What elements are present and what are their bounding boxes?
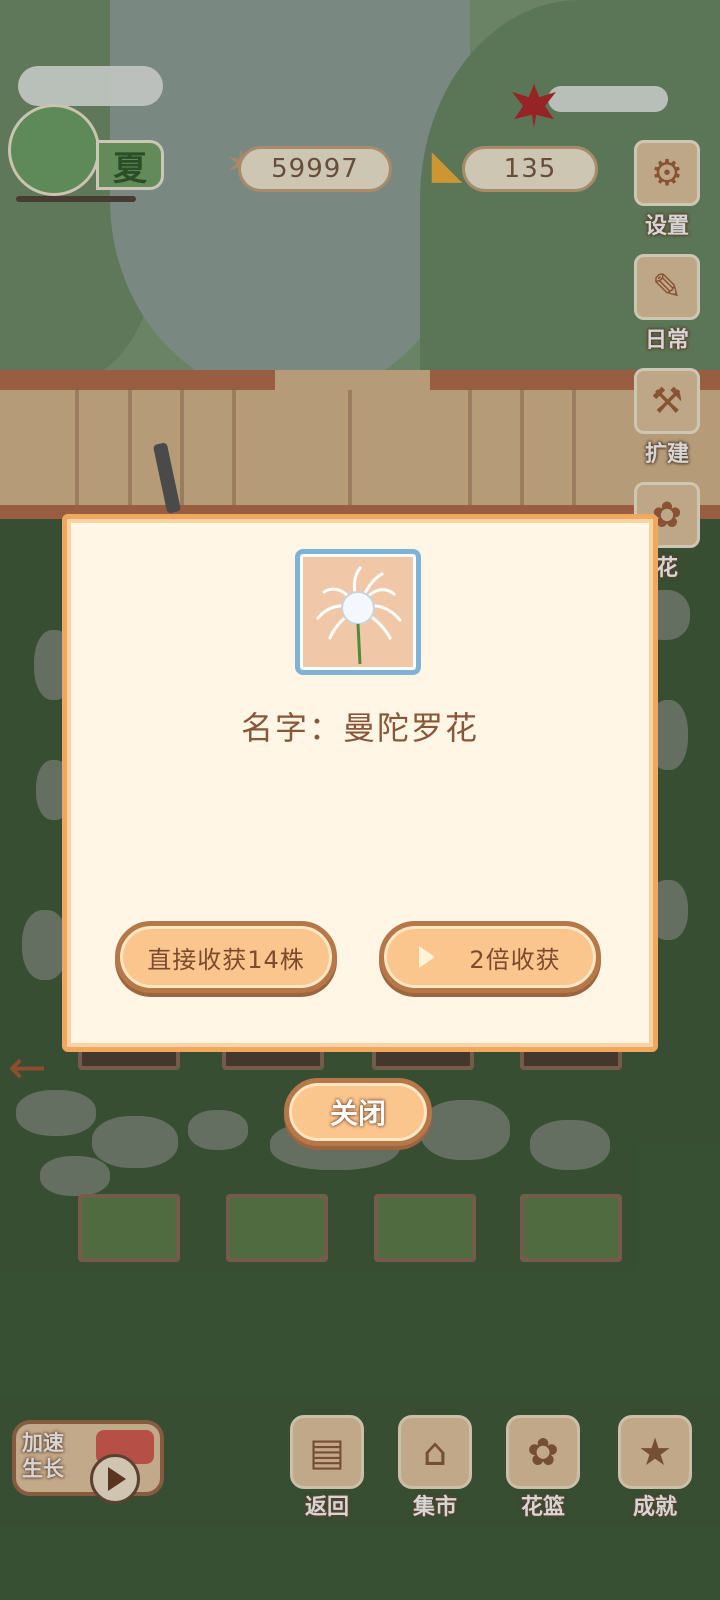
- white-spider-lily-icon: [295, 549, 421, 675]
- close-button[interactable]: 关闭: [284, 1078, 432, 1146]
- flower-name: 曼陀罗花: [343, 709, 480, 747]
- harvest-dialog: 名字：曼陀罗花 直接收获14株 2倍收获: [62, 514, 658, 1052]
- double-harvest-button[interactable]: 2倍收获: [379, 921, 601, 993]
- name-label: 名字：: [240, 709, 343, 747]
- harvest-directly-button[interactable]: 直接收获14株: [115, 921, 337, 993]
- double-harvest-label: 2倍收获: [469, 945, 561, 974]
- play-icon: [419, 946, 436, 968]
- flower-name-row: 名字：曼陀罗花: [67, 703, 653, 749]
